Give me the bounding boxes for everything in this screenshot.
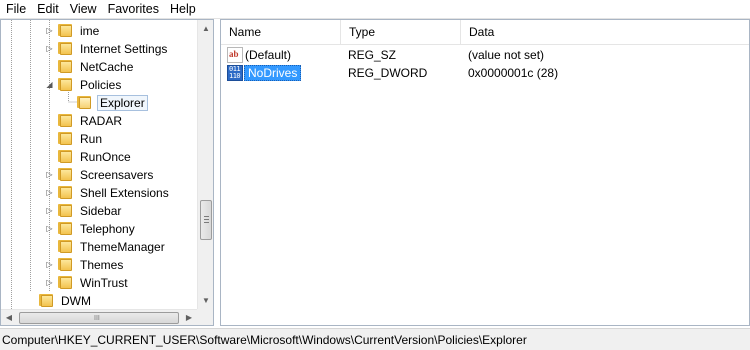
tree-horizontal-scrollbar[interactable]: ◀ III ▶	[1, 309, 197, 325]
collapsed-arrow-icon[interactable]: ▷	[45, 260, 54, 269]
tree-item-label: RunOnce	[80, 150, 131, 164]
binary-value-icon: 011 110	[227, 65, 243, 81]
folder-icon	[57, 168, 73, 181]
header-divider	[221, 44, 749, 45]
tree-item-ime[interactable]: ▷ ime	[1, 22, 197, 40]
value-row-selected[interactable]: 011 110 NoDrives REG_DWORD 0x0000001c (28…	[221, 64, 749, 82]
tree-item-label: ThemeManager	[80, 240, 165, 254]
tree-item-label: Run	[80, 132, 103, 146]
collapsed-arrow-icon[interactable]: ▷	[45, 278, 54, 287]
column-header-data[interactable]: Data	[461, 20, 749, 44]
value-data: 0x0000001c (28)	[468, 66, 559, 80]
tree-item-label: Telephony	[80, 222, 135, 236]
string-value-icon: ab	[227, 47, 243, 63]
collapsed-arrow-icon[interactable]: ▷	[45, 44, 54, 53]
collapsed-arrow-icon[interactable]: ▷	[45, 26, 54, 35]
folder-icon	[57, 150, 73, 163]
folder-icon	[57, 60, 73, 73]
open-folder-icon	[76, 96, 92, 109]
column-header-type[interactable]: Type	[341, 20, 461, 44]
scroll-left-arrow-icon[interactable]: ◀	[1, 310, 17, 325]
menu-favorites[interactable]: Favorites	[103, 0, 165, 19]
tree-item-screensavers[interactable]: ▷ Screensavers	[1, 166, 197, 184]
tree-item-thememanager[interactable]: ThemeManager	[1, 238, 197, 256]
tree-item-label: DWM	[61, 294, 91, 308]
menu-bar: File Edit View Favorites Help	[0, 0, 750, 19]
folder-icon	[57, 78, 73, 91]
scroll-right-arrow-icon[interactable]: ▶	[181, 310, 197, 325]
folder-icon	[57, 132, 73, 145]
tree-item-label: Shell Extensions	[80, 186, 169, 200]
folder-icon	[57, 258, 73, 271]
folder-icon	[57, 240, 73, 253]
tree-item-label: NetCache	[80, 60, 134, 74]
tree-item-run[interactable]: Run	[1, 130, 197, 148]
folder-icon	[57, 222, 73, 235]
tree-item-explorer[interactable]: Explorer	[1, 94, 197, 112]
folder-icon	[57, 24, 73, 37]
menu-help[interactable]: Help	[165, 0, 202, 19]
tree-item-telephony[interactable]: ▷ Telephony	[1, 220, 197, 238]
tree-item-label: Sidebar	[80, 204, 122, 218]
tree-item-label: Policies	[80, 78, 122, 92]
tree-item-policies[interactable]: ◢ Policies	[1, 76, 197, 94]
tree-item-netcache[interactable]: NetCache	[1, 58, 197, 76]
tree-item-sidebar[interactable]: ▷ Sidebar	[1, 202, 197, 220]
collapsed-arrow-icon[interactable]: ▷	[45, 206, 54, 215]
menu-edit[interactable]: Edit	[32, 0, 65, 19]
expanded-arrow-icon[interactable]: ◢	[45, 80, 54, 89]
tree-item-wintrust[interactable]: ▷ WinTrust	[1, 274, 197, 292]
tree-item-label: Internet Settings	[80, 42, 168, 56]
tree-item-label: Explorer	[97, 95, 148, 111]
value-name: NoDrives	[244, 65, 302, 81]
tree-item-runonce[interactable]: RunOnce	[1, 148, 197, 166]
folder-icon	[57, 186, 73, 199]
tree-item-label: Themes	[80, 258, 124, 272]
folder-icon	[57, 114, 73, 127]
tree-item-label: Screensavers	[80, 168, 154, 182]
value-data: (value not set)	[468, 48, 545, 62]
hscroll-grip: III	[94, 315, 100, 322]
folder-icon	[38, 294, 54, 307]
tree-item-themes[interactable]: ▷ Themes	[1, 256, 197, 274]
tree-item-label: ime	[80, 24, 100, 38]
status-bar-path: Computer\HKEY_CURRENT_USER\Software\Micr…	[0, 328, 750, 350]
collapsed-arrow-icon[interactable]: ▷	[45, 224, 54, 233]
registry-tree[interactable]: ▷ ime ▷ Internet Settings NetCache ◢ Policies E…	[0, 19, 214, 326]
scroll-down-arrow-icon[interactable]: ▼	[198, 292, 213, 309]
column-header-name[interactable]: Name	[221, 20, 341, 44]
value-type: REG_SZ	[348, 48, 397, 62]
value-name: (Default)	[245, 48, 292, 62]
tree-item-dwm[interactable]: DWM	[1, 292, 197, 310]
menu-file[interactable]: File	[0, 0, 32, 19]
values-list[interactable]: Name Type Data ab (Default) REG_SZ (valu…	[220, 19, 750, 326]
tree-item-shell-extensions[interactable]: ▷ Shell Extensions	[1, 184, 197, 202]
tree-item-internet-settings[interactable]: ▷ Internet Settings	[1, 40, 197, 58]
tree-item-label: RADAR	[80, 114, 123, 128]
menu-view[interactable]: View	[65, 0, 103, 19]
folder-icon	[57, 276, 73, 289]
tree-vertical-scrollbar[interactable]: ▲ ▼	[197, 20, 213, 309]
tree-item-label: WinTrust	[80, 276, 128, 290]
tree-hscroll-thumb[interactable]: III	[19, 312, 179, 324]
value-type: REG_DWORD	[348, 66, 428, 80]
tree-vscroll-thumb[interactable]	[200, 200, 212, 240]
folder-icon	[57, 42, 73, 55]
folder-icon	[57, 204, 73, 217]
value-row[interactable]: ab (Default) REG_SZ (value not set)	[221, 46, 749, 64]
scrollbar-corner	[197, 309, 213, 325]
collapsed-arrow-icon[interactable]: ▷	[45, 170, 54, 179]
tree-item-radar[interactable]: RADAR	[1, 112, 197, 130]
scroll-up-arrow-icon[interactable]: ▲	[198, 20, 213, 37]
collapsed-arrow-icon[interactable]: ▷	[45, 188, 54, 197]
